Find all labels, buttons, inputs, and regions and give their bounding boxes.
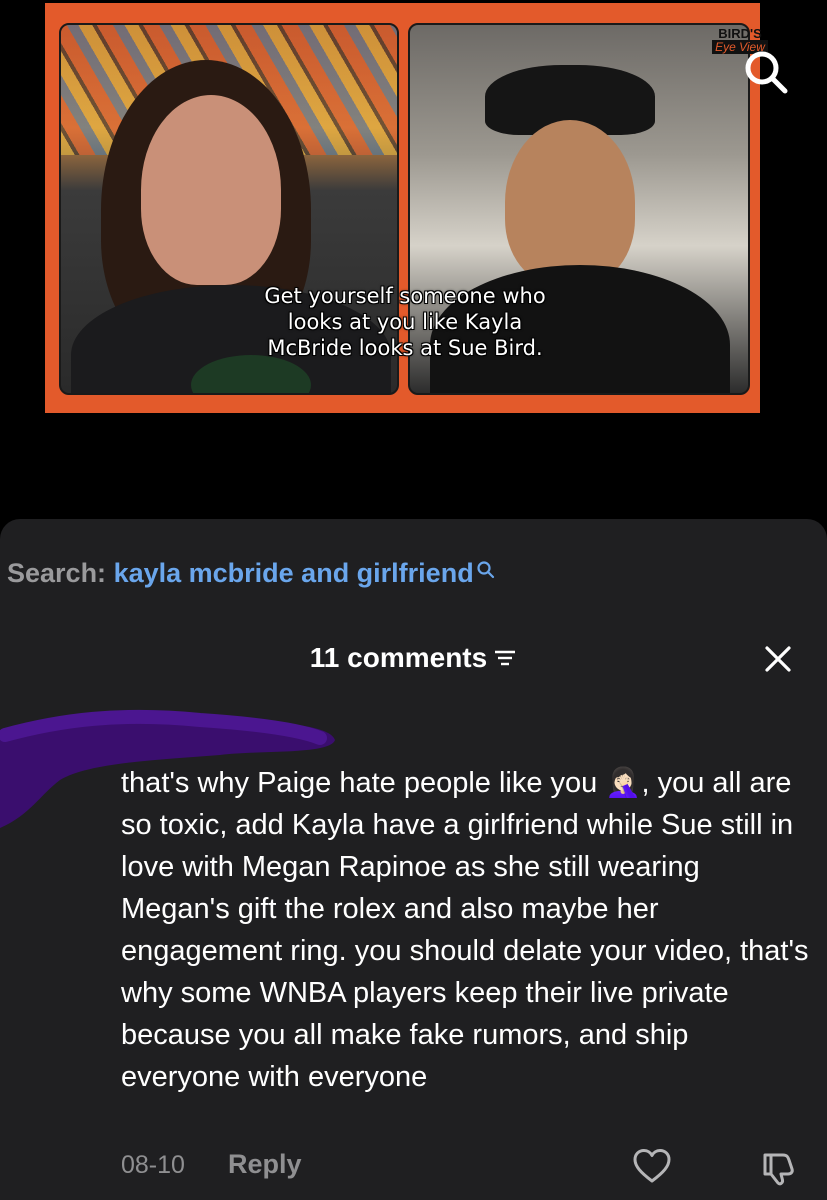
search-label: Search: [7,558,107,588]
caption-line: Get yourself someone who [264,284,546,308]
search-icon[interactable] [742,48,790,96]
search-icon [477,561,494,579]
close-icon[interactable] [762,643,794,675]
comments-count-title: 11 comments [309,642,488,673]
logo-text: BIRD'S [718,26,762,41]
person-face [141,95,281,285]
person-face [505,120,635,285]
filter-icon[interactable] [493,648,517,668]
comment-actions: 08-10 Reply [0,1145,827,1189]
heart-icon[interactable] [632,1147,672,1187]
video-caption: Get yourself someone who looks at you li… [225,283,585,361]
reply-button[interactable]: Reply [228,1149,302,1180]
dislike-icon[interactable] [757,1147,797,1187]
video-frame[interactable]: Get yourself someone who looks at you li… [45,3,768,413]
caption-line: looks at you like Kayla [287,310,523,334]
caption-line: McBride looks at Sue Bird. [267,336,543,360]
comment-date: 08-10 [121,1151,185,1179]
search-query-link[interactable]: kayla mcbride and girlfriend [114,558,474,588]
search-suggestion[interactable]: Search: kayla mcbride and girlfriend [7,558,496,589]
comments-header: 11 comments [0,642,827,674]
comment-body: that's why Paige hate people like you 🤦🏻… [121,767,809,1093]
